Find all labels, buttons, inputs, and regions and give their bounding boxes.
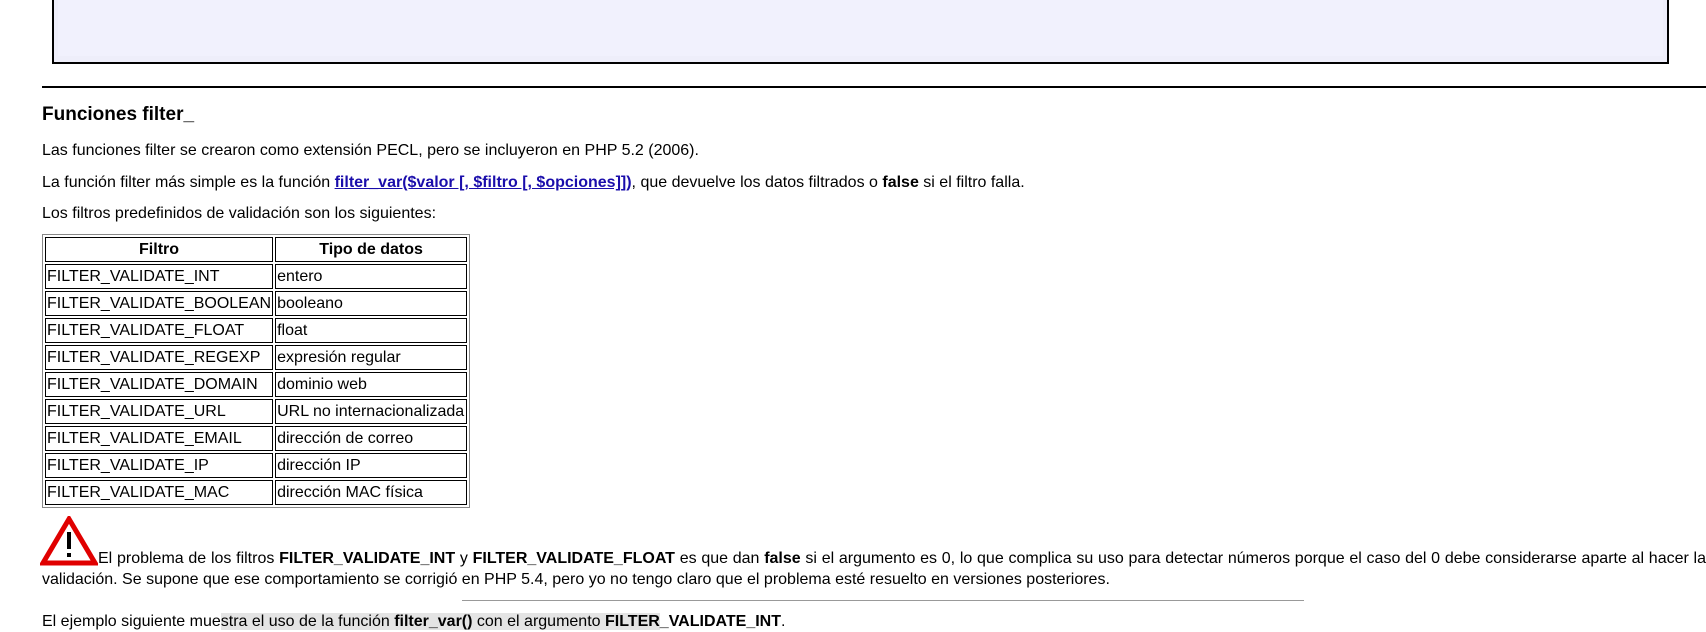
code-example-inner [58, 0, 1663, 56]
data-type-cell: dirección IP [275, 453, 468, 478]
example-text-4: . [781, 613, 786, 630]
validation-filters-table: Filtro Tipo de datos FILTER_VALIDATE_INT… [42, 234, 471, 508]
table-row: FILTER_VALIDATE_DOMAIN dominio web [45, 372, 468, 397]
warning-text-1: El problema de los filtros [98, 550, 280, 567]
filter-var-paragraph: La función filter más simple es la funci… [42, 173, 1025, 192]
table-row: FILTER_VALIDATE_INT entero [45, 264, 468, 289]
filter-name-cell: FILTER_VALIDATE_IP [45, 453, 274, 478]
filter-var-prefix: La función filter más simple es la funci… [42, 174, 335, 191]
header-filtro: Filtro [45, 237, 274, 262]
filter-var-false: false [882, 174, 919, 191]
warning-filter-float: FILTER_VALIDATE_FLOAT [472, 550, 675, 567]
example-text-3: con el argumento [472, 613, 605, 630]
warning-text-2: y [455, 550, 473, 567]
table-header-row: Filtro Tipo de datos [45, 237, 468, 262]
data-type-cell: booleano [275, 291, 468, 316]
section-title: Funciones filter_ [42, 104, 195, 125]
filter-name-cell: FILTER_VALIDATE_EMAIL [45, 426, 274, 451]
example-text-1: El ejemplo siguiente mue [42, 613, 221, 630]
data-type-cell: expresión regular [275, 345, 468, 370]
validation-intro: Los filtros predefinidos de validación s… [42, 205, 437, 222]
filter-name-cell: FILTER_VALIDATE_BOOLEAN [45, 291, 274, 316]
example-paragraph: El ejemplo siguiente muestra el uso de l… [42, 613, 785, 631]
paragraph-divider [462, 600, 1304, 601]
filter-name-cell: FILTER_VALIDATE_REGEXP [45, 345, 274, 370]
warning-false: false [764, 550, 801, 567]
example-filter-var: filter_var() [394, 613, 473, 630]
table-row: FILTER_VALIDATE_MAC dirección MAC física [45, 480, 468, 505]
filter-name-cell: FILTER_VALIDATE_MAC [45, 480, 274, 505]
filter-name-cell: FILTER_VALIDATE_FLOAT [45, 318, 274, 343]
warning-text-3: es que dan [674, 550, 765, 567]
warning-paragraph: El problema de los filtros FILTER_VALIDA… [42, 548, 1706, 590]
example-text-2: stra el uso de la función [220, 613, 395, 630]
warning-filter-int: FILTER_VALIDATE_INT [279, 550, 456, 567]
data-type-cell: dirección de correo [275, 426, 468, 451]
section-divider [42, 86, 1706, 88]
table-row: FILTER_VALIDATE_EMAIL dirección de correo [45, 426, 468, 451]
header-tipo-de-datos: Tipo de datos [275, 237, 468, 262]
table-row: FILTER_VALIDATE_IP dirección IP [45, 453, 468, 478]
data-type-cell: entero [275, 264, 468, 289]
filter-var-link[interactable]: filter_var($valor [, $filtro [, $opcione… [335, 174, 632, 191]
data-type-cell: float [275, 318, 468, 343]
table-row: FILTER_VALIDATE_REGEXP expresión regular [45, 345, 468, 370]
filter-name-cell: FILTER_VALIDATE_DOMAIN [45, 372, 274, 397]
table-row: FILTER_VALIDATE_URL URL no internacionali… [45, 399, 468, 424]
example-filter-validate-int-b: _VALIDATE_INT [659, 613, 781, 630]
intro-paragraph: Las funciones filter se crearon como ext… [42, 142, 699, 159]
table-row: FILTER_VALIDATE_BOOLEAN booleano [45, 291, 468, 316]
filter-name-cell: FILTER_VALIDATE_URL [45, 399, 274, 424]
data-type-cell: dominio web [275, 372, 468, 397]
example-filter-validate-int-a: FILTER [604, 613, 660, 630]
filter-var-suffix: si el filtro falla. [918, 174, 1025, 191]
data-type-cell: URL no internacionalizada [275, 399, 468, 424]
table-row: FILTER_VALIDATE_FLOAT float [45, 318, 468, 343]
data-type-cell: dirección MAC física [275, 480, 468, 505]
code-example-box [52, 0, 1669, 64]
filter-var-mid: , que devuelve los datos filtrados o [631, 174, 883, 191]
filter-name-cell: FILTER_VALIDATE_INT [45, 264, 274, 289]
